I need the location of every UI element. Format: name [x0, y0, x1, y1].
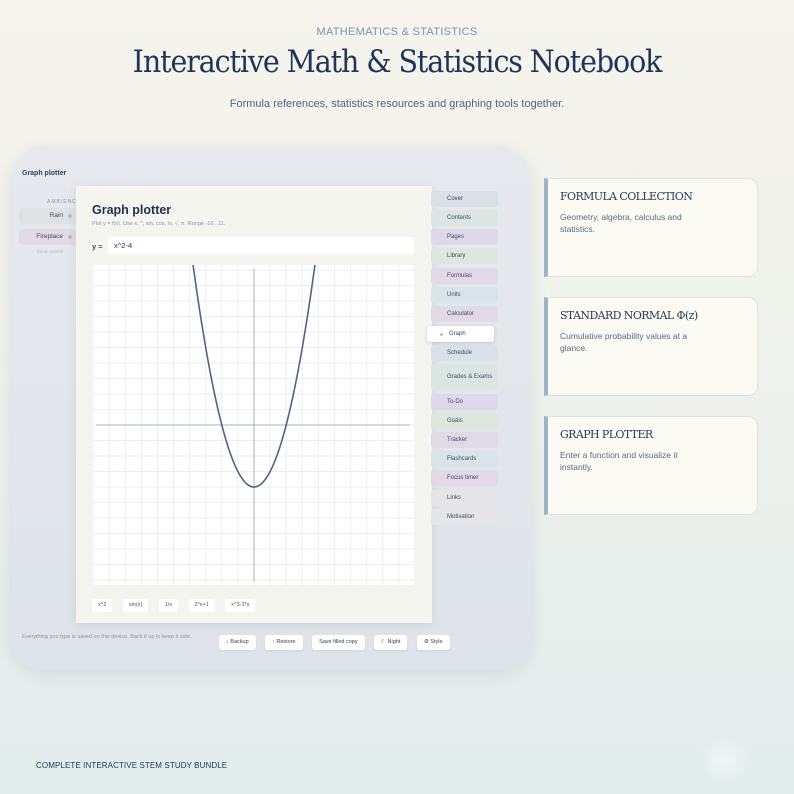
tab-library[interactable]: Library [431, 248, 498, 264]
card-title: GRAPH PLOTTER [560, 428, 653, 441]
tab-label: Focus timer [447, 475, 479, 481]
tab-label: Pages [447, 234, 465, 240]
ambience-fireplace-label: Fireplace [36, 233, 63, 240]
tab-label: Graph [449, 331, 466, 337]
function-input[interactable] [108, 237, 414, 254]
y-equals-label: y = [92, 242, 103, 251]
graph-plotter-panel: Graph plotter Plot y = f(x). Use x, ^, s… [76, 186, 432, 623]
preset-sin-button[interactable]: sin(x) [122, 599, 149, 612]
tab-schedule[interactable]: Schedule [431, 345, 498, 361]
tab-to-do[interactable]: To-Do [431, 394, 498, 410]
preset-list: x^2 sin(x) 1/x 2*x+1 x^3-3*x [92, 593, 261, 612]
tab-label: Formulas [447, 273, 473, 279]
preset-x2-button[interactable]: x^2 [92, 599, 113, 612]
bundle-tagline: COMPLETE INTERACTIVE STEM STUDY BUNDLE [36, 761, 228, 770]
card-title: STANDARD NORMAL Φ(z) [560, 309, 698, 322]
tab-label: Library [447, 253, 466, 259]
rain-dot-icon [68, 214, 72, 218]
card-desc: Enter a function and visualize it instan… [560, 450, 678, 472]
restore-button[interactable]: ↑ Restore [265, 635, 303, 650]
ambience-rain-button[interactable]: Rain [19, 208, 77, 224]
feature-card-graph: GRAPH PLOTTER Enter a function and visua… [544, 416, 758, 515]
tab-contents[interactable]: Contents [431, 210, 498, 226]
tab-formulas[interactable]: Formulas [431, 268, 498, 284]
window-title: Graph plotter [22, 170, 67, 177]
device-mockup: Graph plotter AMBIENCE Rain Fireplace Zo… [11, 146, 531, 670]
card-title: FORMULA COLLECTION [560, 190, 693, 203]
tab-focus-timer[interactable]: Focus timer [431, 470, 498, 486]
tab-label: Contents [447, 215, 472, 221]
tab-graph[interactable]: Graph [427, 326, 494, 342]
tab-label: Goals [447, 418, 463, 424]
tab-label: Links [447, 495, 462, 501]
tab-calculator[interactable]: Calculator [431, 306, 498, 322]
tab-label: Flashcards [447, 456, 477, 462]
fireplace-dot-icon [68, 235, 72, 239]
night-mode-button[interactable]: ☾ Night [374, 635, 408, 650]
tab-tracker[interactable]: Tracker [431, 432, 498, 448]
page-subtitle: Formula references, statistics resources… [229, 98, 565, 110]
tab-label: To-Do [447, 399, 464, 405]
tab-label: Tracker [447, 437, 468, 443]
tab-label: Cover [447, 196, 464, 202]
backup-button[interactable]: ↓ Backup [219, 635, 256, 650]
tab-links[interactable]: Links [431, 490, 498, 506]
tab-units[interactable]: Units [431, 287, 498, 303]
tab-pages[interactable]: Pages [431, 229, 498, 245]
tab-label: Grades & Exams [447, 374, 493, 380]
tab-label: Units [447, 292, 461, 298]
ambience-fireplace-button[interactable]: Fireplace [19, 229, 77, 245]
preset-cubic-button[interactable]: x^3-3*x [225, 599, 256, 612]
graph-canvas[interactable] [92, 265, 414, 585]
tab-label: Motivation [447, 514, 475, 520]
tab-label: Schedule [447, 350, 473, 356]
footer-note: Everything you type is saved on this dev… [22, 634, 192, 640]
page-title: Interactive Math & Statistics Notebook [132, 44, 663, 80]
tab-motivation[interactable]: Motivation [431, 509, 498, 525]
tab-label: Calculator [447, 311, 475, 317]
tab-goals[interactable]: Goals [431, 413, 498, 429]
graph-svg [92, 265, 414, 585]
card-desc: Geometry, algebra, calculus and statisti… [560, 212, 682, 234]
tab-grades-exams[interactable]: Grades & Exams [431, 364, 498, 390]
footer-buttons: ↓ Backup ↑ Restore Save filled copy ☾ Ni… [219, 630, 455, 650]
tab-cover[interactable]: Cover [431, 191, 498, 207]
tab-flashcards[interactable]: Flashcards [431, 451, 498, 467]
feature-card-formulas: FORMULA COLLECTION Geometry, algebra, ca… [544, 178, 758, 277]
page-eyebrow: MATHEMATICS & STATISTICS [316, 26, 478, 38]
ambience-faint-text: Zoom rainfall [37, 249, 64, 254]
active-dot-icon [440, 332, 443, 336]
save-copy-button[interactable]: Save filled copy [312, 635, 365, 650]
card-desc: Cumulative probability values at a glanc… [560, 331, 688, 353]
preset-reciprocal-button[interactable]: 1/x [158, 599, 179, 612]
decorative-glow [700, 735, 750, 785]
preset-linear-button[interactable]: 2*x+1 [188, 599, 215, 612]
feature-card-normal: STANDARD NORMAL Φ(z) Cumulative probabil… [544, 297, 758, 396]
plotter-title: Graph plotter [92, 203, 172, 217]
plotter-help: Plot y = f(x). Use x, ^, sin, cos, ln, √… [92, 221, 226, 227]
ambience-rain-label: Rain [49, 212, 63, 219]
style-button[interactable]: ⚙ Style [416, 635, 450, 650]
